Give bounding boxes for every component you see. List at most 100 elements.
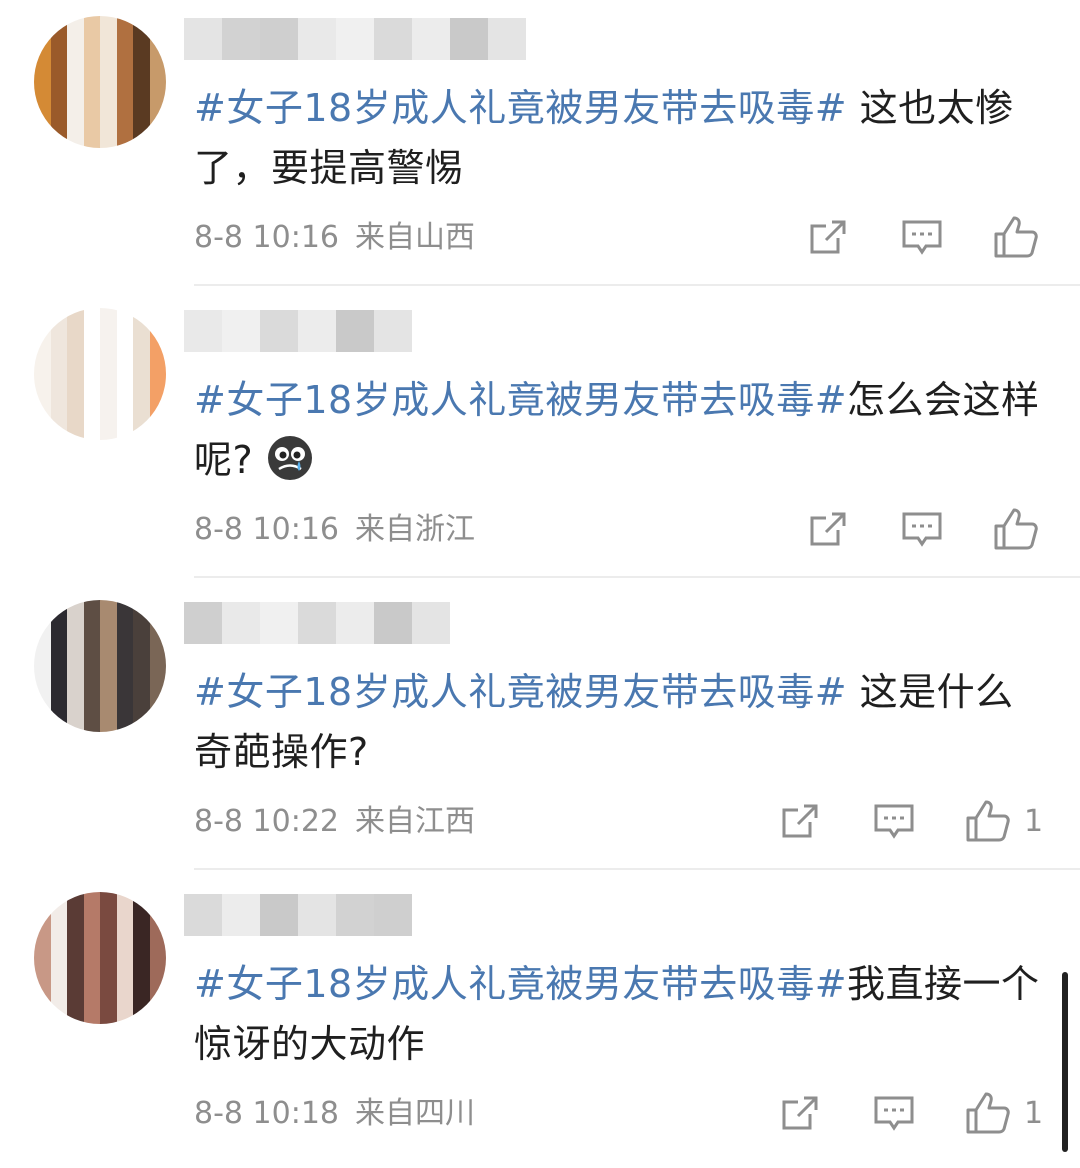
avatar-pixel: [34, 357, 51, 374]
avatar-pixel: [133, 115, 150, 132]
avatar[interactable]: [34, 600, 166, 732]
avatar-pixel: [116, 16, 133, 33]
thumbs-up-icon[interactable]: [962, 1088, 1014, 1140]
username-pixel: [336, 18, 374, 60]
avatar-pixel: [149, 65, 166, 82]
avatar-pixel: [83, 324, 100, 341]
avatar-pixel: [50, 324, 67, 341]
avatar-pixel: [100, 65, 117, 82]
username-pixel: [488, 18, 526, 60]
avatar-pixel: [100, 974, 117, 991]
avatar-pixel: [133, 941, 150, 958]
avatar-pixel: [133, 82, 150, 99]
avatar-pixel: [133, 699, 150, 716]
username-blurred[interactable]: [184, 18, 526, 60]
comment-item: #女子18岁成人礼竟被男友带去吸毒# 这是什么奇葩操作? 8-8 10:22 来自…: [0, 584, 1080, 876]
avatar-pixel: [100, 341, 117, 358]
action-bar: 1: [0, 796, 1080, 848]
avatar-pixel: [116, 324, 133, 341]
avatar-pixel: [133, 925, 150, 942]
username-pixel: [374, 894, 412, 936]
avatar-pixel: [149, 374, 166, 391]
username-blurred[interactable]: [184, 602, 450, 644]
avatar-pixel: [133, 32, 150, 49]
avatar[interactable]: [34, 308, 166, 440]
avatar-pixel: [83, 633, 100, 650]
avatar-pixel: [149, 892, 166, 909]
avatar-pixel: [116, 649, 133, 666]
avatar-pixel: [133, 16, 150, 33]
avatar-pixel: [149, 616, 166, 633]
avatar-pixel: [34, 649, 51, 666]
avatar-pixel: [83, 115, 100, 132]
avatar-pixel: [83, 390, 100, 407]
comment-icon[interactable]: [896, 212, 948, 264]
share-icon[interactable]: [802, 504, 854, 556]
avatar-pixel: [100, 357, 117, 374]
hashtag-link[interactable]: #女子18岁成人礼竟被男友带去吸毒#: [194, 962, 847, 1006]
share-icon[interactable]: [802, 212, 854, 264]
avatar-pixel: [34, 925, 51, 942]
avatar-pixel: [100, 32, 117, 49]
avatar-pixel: [83, 600, 100, 617]
hashtag-link[interactable]: #女子18岁成人礼竟被男友带去吸毒#: [194, 670, 847, 714]
avatar-pixel: [50, 423, 67, 440]
avatar-pixel: [100, 98, 117, 115]
avatar-pixel: [83, 407, 100, 424]
avatar-pixel: [149, 16, 166, 33]
like-count: 1: [1024, 804, 1044, 839]
avatar[interactable]: [34, 892, 166, 1024]
hashtag-link[interactable]: #女子18岁成人礼竟被男友带去吸毒#: [194, 86, 847, 130]
comment-icon[interactable]: [896, 504, 948, 556]
avatar-pixel: [149, 908, 166, 925]
comment-icon[interactable]: [868, 1088, 920, 1140]
avatar-pixel: [67, 16, 84, 33]
avatar-pixel: [34, 32, 51, 49]
avatar-pixel: [133, 649, 150, 666]
avatar-pixel: [116, 115, 133, 132]
avatar-pixel: [34, 98, 51, 115]
avatar-pixel: [116, 98, 133, 115]
avatar-pixel: [100, 390, 117, 407]
avatar-pixel: [100, 324, 117, 341]
avatar-pixel: [83, 341, 100, 358]
username-blurred[interactable]: [184, 894, 412, 936]
comment-icon[interactable]: [868, 796, 920, 848]
avatar-pixel: [50, 115, 67, 132]
avatar-pixel: [149, 308, 166, 325]
avatar-pixel: [149, 925, 166, 942]
username-blurred[interactable]: [184, 310, 412, 352]
avatar-pixel: [116, 65, 133, 82]
avatar-pixel: [149, 82, 166, 99]
avatar-pixel: [67, 32, 84, 49]
avatar-pixel: [133, 423, 150, 440]
avatar-pixel: [67, 991, 84, 1008]
avatar-pixel: [100, 908, 117, 925]
share-icon[interactable]: [774, 1088, 826, 1140]
hashtag-link[interactable]: #女子18岁成人礼竟被男友带去吸毒#: [194, 378, 847, 422]
avatar-pixel: [133, 616, 150, 633]
avatar-pixel: [116, 908, 133, 925]
thumbs-up-icon[interactable]: [962, 796, 1014, 848]
avatar-pixel: [34, 892, 51, 909]
divider: [194, 868, 1080, 870]
thumbs-up-icon[interactable]: [990, 212, 1042, 264]
avatar-pixel: [149, 941, 166, 958]
avatar-pixel: [133, 374, 150, 391]
avatar[interactable]: [34, 16, 166, 148]
avatar-pixel: [50, 49, 67, 66]
thumbs-up-icon[interactable]: [990, 504, 1042, 556]
avatar-pixel: [149, 600, 166, 617]
avatar-pixel: [83, 16, 100, 33]
scrollbar[interactable]: [1062, 972, 1068, 1152]
avatar-pixel: [116, 407, 133, 424]
avatar-pixel: [50, 357, 67, 374]
avatar-pixel: [50, 341, 67, 358]
avatar-pixel: [133, 308, 150, 325]
avatar-pixel: [83, 941, 100, 958]
avatar-pixel: [149, 974, 166, 991]
share-icon[interactable]: [774, 796, 826, 848]
avatar-pixel: [116, 82, 133, 99]
avatar-pixel: [133, 131, 150, 148]
avatar-pixel: [100, 600, 117, 617]
